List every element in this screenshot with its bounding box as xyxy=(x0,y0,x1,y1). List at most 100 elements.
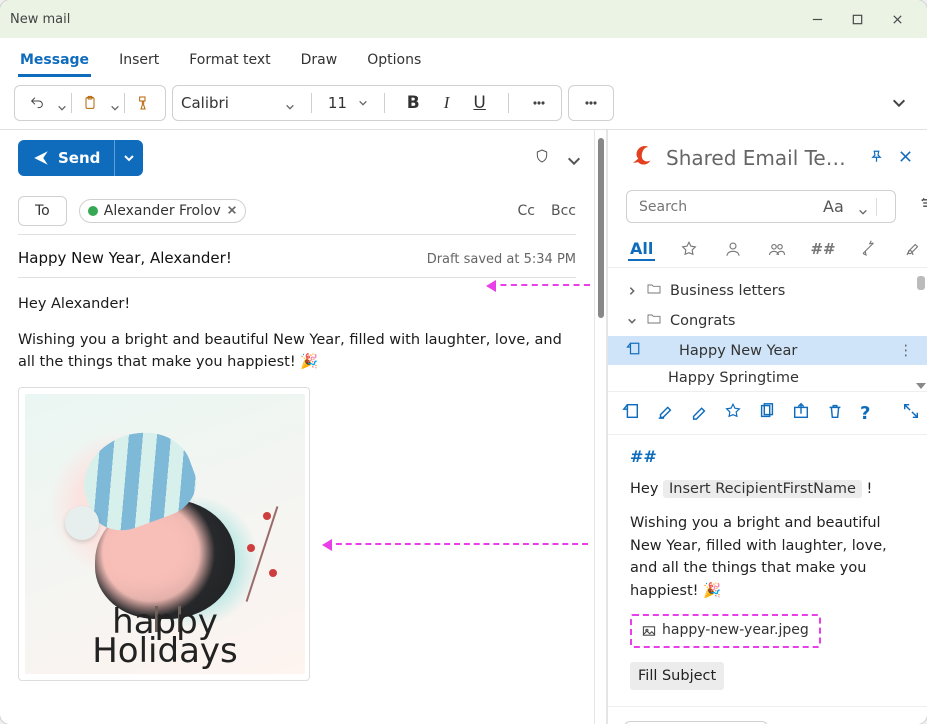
edit-icon[interactable] xyxy=(690,402,708,424)
search-box[interactable]: Aa xyxy=(626,190,896,223)
filter-favorites-icon[interactable] xyxy=(679,237,699,261)
encryption-icon[interactable] xyxy=(534,148,550,168)
maximize-button[interactable] xyxy=(837,0,877,38)
tree-scrollbar-thumb[interactable] xyxy=(917,276,925,290)
recipient-firstname-token[interactable]: Insert RecipientFirstName xyxy=(663,480,862,498)
help-icon[interactable]: ? xyxy=(860,403,870,424)
font-name-select[interactable]: Calibri xyxy=(181,94,295,112)
tab-options[interactable]: Options xyxy=(365,46,423,77)
folder-icon xyxy=(646,281,662,301)
tree-item-happy-springtime[interactable]: Happy Springtime xyxy=(608,365,927,391)
preview-attachment[interactable]: happy-new-year.jpeg xyxy=(630,614,821,648)
to-button[interactable]: To xyxy=(18,196,67,226)
filter-signatures-icon[interactable] xyxy=(903,237,923,261)
tree-scroll-down-icon[interactable] xyxy=(916,383,926,389)
window-title: New mail xyxy=(10,12,70,27)
expand-preview-icon[interactable] xyxy=(902,402,920,424)
ribbon-toolbar: Calibri 11 B I U xyxy=(0,77,927,130)
holiday-bird-illustration: happy Holidays xyxy=(25,394,305,674)
reference-arrow-image xyxy=(326,543,588,545)
ablebits-logo-icon xyxy=(626,142,654,174)
subject-field[interactable]: Happy New Year, Alexander! xyxy=(18,249,232,267)
chevron-down-icon xyxy=(626,316,638,326)
bcc-button[interactable]: Bcc xyxy=(551,203,576,219)
underline-button[interactable]: U xyxy=(467,91,491,115)
tree-label: Congrats xyxy=(670,313,735,329)
scrollbar-thumb[interactable] xyxy=(598,138,604,318)
title-bar: New mail xyxy=(0,0,927,38)
more-formatting-button[interactable] xyxy=(525,93,553,113)
send-button-label: Send xyxy=(58,149,100,167)
template-action-bar: ? xyxy=(608,391,927,435)
draft-status: Draft saved at 5:34 PM xyxy=(427,252,576,267)
close-button[interactable] xyxy=(877,0,917,38)
send-options-dropdown[interactable] xyxy=(115,140,143,176)
cc-button[interactable]: Cc xyxy=(518,203,535,219)
font-size-select[interactable]: 11 xyxy=(328,94,368,112)
export-icon[interactable] xyxy=(792,402,810,424)
inserted-image[interactable]: happy Holidays xyxy=(18,387,310,681)
compose-pane: Send To Alexander Frolov xyxy=(0,130,595,724)
format-painter-button[interactable] xyxy=(129,93,157,113)
search-input[interactable] xyxy=(637,198,815,216)
filter-shortcuts-icon[interactable] xyxy=(860,237,880,261)
fill-subject-token[interactable]: Fill Subject xyxy=(630,662,724,690)
message-body[interactable]: Hey Alexander! Wishing you a bright and … xyxy=(0,278,594,724)
filter-tabs: All ## xyxy=(608,231,927,268)
compose-options-dropdown[interactable] xyxy=(566,153,576,163)
more-commands-button[interactable] xyxy=(577,93,605,113)
template-tree: Business letters Congrats Happy New Year… xyxy=(608,268,927,391)
pane-footer: New template #♯ xyxy=(608,706,927,724)
item-menu-icon[interactable]: ⋮ xyxy=(899,343,914,359)
undo-button[interactable] xyxy=(23,93,51,113)
manage-templates-icon[interactable] xyxy=(920,195,927,215)
preview-marker: ## xyxy=(630,445,909,470)
recipient-name: Alexander Frolov xyxy=(104,203,221,219)
folder-icon xyxy=(646,311,662,331)
ribbon-tabs: Message Insert Format text Draw Options xyxy=(0,38,927,77)
tree-label: Business letters xyxy=(670,283,785,299)
filter-all[interactable]: All xyxy=(628,237,655,261)
pin-icon[interactable] xyxy=(869,149,884,168)
paste-button[interactable] xyxy=(76,93,104,113)
font-name-value: Calibri xyxy=(181,94,229,112)
tree-item-happy-new-year[interactable]: Happy New Year ⋮ xyxy=(608,336,927,365)
preview-body: Wishing you a bright and beautiful New Y… xyxy=(630,512,909,602)
filter-personal-icon[interactable] xyxy=(723,237,743,261)
filter-macros-icon[interactable]: ## xyxy=(810,237,835,261)
bold-button[interactable]: B xyxy=(401,91,426,115)
tab-message[interactable]: Message xyxy=(18,46,91,77)
minimize-button[interactable] xyxy=(797,0,837,38)
favorite-icon[interactable] xyxy=(724,402,742,424)
tree-folder-congrats[interactable]: Congrats xyxy=(608,306,927,336)
image-caption-2: Holidays xyxy=(25,637,305,666)
app-window: New mail Message Insert Format text Draw… xyxy=(0,0,927,724)
collapse-ribbon-button[interactable] xyxy=(885,93,913,113)
attachment-filename: happy-new-year.jpeg xyxy=(662,620,809,642)
tree-folder-business-letters[interactable]: Business letters xyxy=(608,276,927,306)
copy-icon[interactable] xyxy=(758,402,776,424)
undo-dropdown[interactable] xyxy=(57,98,67,108)
italic-button[interactable]: I xyxy=(438,91,456,115)
paste-dropdown[interactable] xyxy=(110,98,120,108)
templates-pane: Shared Email Temp… Aa xyxy=(607,130,927,724)
template-preview: ## Hey Insert RecipientFirstName ! Wishi… xyxy=(608,435,927,706)
tab-format-text[interactable]: Format text xyxy=(187,46,272,77)
fill-icon[interactable] xyxy=(656,402,674,424)
pane-title: Shared Email Temp… xyxy=(666,146,857,170)
remove-recipient-icon[interactable] xyxy=(227,203,237,219)
insert-template-icon[interactable] xyxy=(626,341,641,360)
search-scope-dropdown[interactable] xyxy=(858,202,868,212)
delete-icon[interactable] xyxy=(826,402,844,424)
tree-label: Happy Springtime xyxy=(668,370,799,386)
send-button[interactable]: Send xyxy=(18,140,143,176)
search-case-toggle[interactable]: Aa xyxy=(823,197,844,216)
tab-insert[interactable]: Insert xyxy=(117,46,161,77)
filter-team-icon[interactable] xyxy=(767,237,787,261)
body-greeting: Hey Alexander! xyxy=(18,294,576,316)
compose-scrollbar[interactable] xyxy=(595,130,607,724)
close-pane-icon[interactable] xyxy=(898,149,913,168)
recipient-chip[interactable]: Alexander Frolov xyxy=(79,199,246,223)
tab-draw[interactable]: Draw xyxy=(299,46,340,77)
insert-icon[interactable] xyxy=(622,402,640,424)
